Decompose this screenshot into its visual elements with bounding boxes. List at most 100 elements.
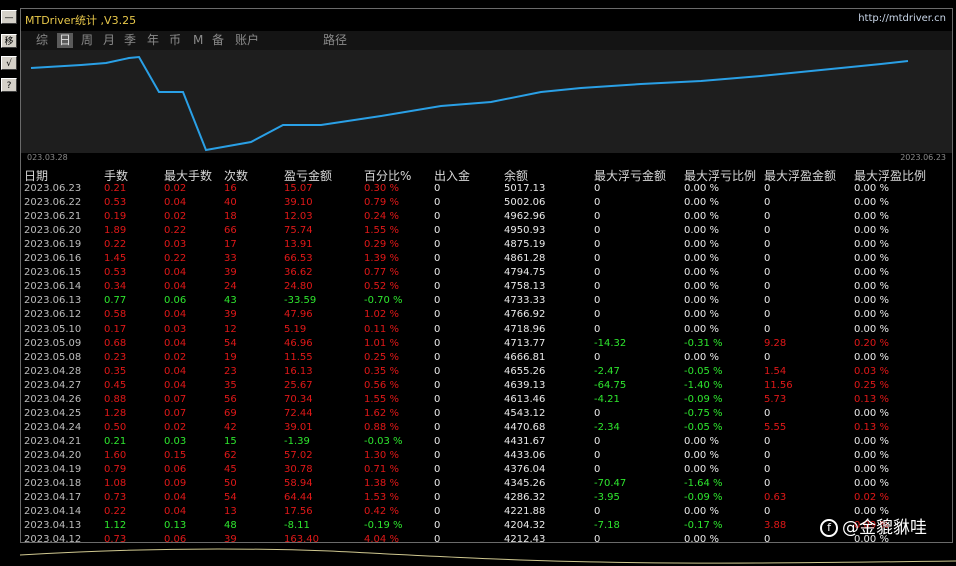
tab-5[interactable]: 年 bbox=[145, 33, 161, 48]
table-row[interactable]: 2023.06.14 0.34 0.04 24 24.80 0.52 % 0 4758.13 0… bbox=[21, 281, 952, 295]
table-cell: -0.09 % bbox=[684, 393, 723, 405]
table-row[interactable]: 2023.05.08 0.23 0.02 19 11.55 0.25 % 0 4666.81 0… bbox=[21, 352, 952, 366]
table-row[interactable]: 2023.04.28 0.35 0.04 23 16.13 0.35 % 0 4655.26 -… bbox=[21, 366, 952, 380]
table-cell: 2023.05.10 bbox=[24, 323, 82, 335]
tab-10[interactable]: 路径 bbox=[321, 33, 349, 48]
table-cell: 0 bbox=[434, 464, 441, 475]
tab-3[interactable]: 月 bbox=[101, 33, 117, 48]
table-cell: 0 bbox=[594, 239, 601, 251]
column-header[interactable]: 百分比% bbox=[364, 167, 411, 183]
table-cell: 0.00 % bbox=[684, 464, 719, 475]
help-button[interactable]: ? bbox=[1, 78, 17, 92]
table-cell: 4875.19 bbox=[504, 239, 546, 251]
table-cell: 0.35 % bbox=[364, 365, 399, 377]
check-button[interactable]: √ bbox=[1, 56, 17, 70]
table-cell: 0.00 % bbox=[854, 323, 889, 335]
table-row[interactable]: 2023.06.23 0.21 0.02 16 15.07 0.30 % 0 5017.13 0… bbox=[21, 183, 952, 197]
table-cell: 70.34 bbox=[284, 393, 313, 405]
minimize-button[interactable]: — bbox=[1, 10, 17, 24]
tab-0[interactable]: 综 bbox=[34, 33, 50, 48]
stats-panel: MTDriver统计 ,V3.25 http://mtdriver.cn 综日周… bbox=[20, 8, 953, 545]
column-header[interactable]: 出入金 bbox=[434, 167, 470, 183]
table-cell: 15.07 bbox=[284, 183, 313, 194]
table-cell: 0 bbox=[594, 267, 601, 279]
tab-4[interactable]: 季 bbox=[122, 33, 138, 48]
table-cell: -1.39 bbox=[284, 435, 310, 447]
column-header[interactable]: 最大浮盈金额 bbox=[764, 167, 836, 183]
table-cell: 18 bbox=[224, 211, 237, 223]
table-row[interactable]: 2023.05.10 0.17 0.03 12 5.19 0.11 % 0 4718.96 0 0… bbox=[21, 324, 952, 338]
column-header[interactable]: 次数 bbox=[224, 167, 248, 183]
table-cell: 4286.32 bbox=[504, 492, 546, 504]
table-cell: 2023.05.09 bbox=[24, 337, 82, 349]
table-row[interactable]: 2023.06.16 1.45 0.22 33 66.53 1.39 % 0 4861.28 0… bbox=[21, 253, 952, 267]
tab-1[interactable]: 日 bbox=[57, 33, 74, 48]
table-cell: 0.00 % bbox=[684, 295, 719, 307]
table-cell: 2023.06.16 bbox=[24, 253, 82, 265]
table-row[interactable]: 2023.04.14 0.22 0.04 13 17.56 0.42 % 0 4221.88 0… bbox=[21, 506, 952, 520]
table-row[interactable]: 2023.04.18 1.08 0.09 50 58.94 1.38 % 0 4345.26 -… bbox=[21, 478, 952, 492]
table-row[interactable]: 2023.04.21 0.21 0.03 15 -1.39 -0.03 % 0 4431.67… bbox=[21, 436, 952, 450]
table-cell: 0.02 % bbox=[854, 492, 889, 504]
column-header[interactable]: 最大浮亏比例 bbox=[684, 167, 756, 183]
table-cell: 56 bbox=[224, 393, 237, 405]
table-row[interactable]: 2023.06.21 0.19 0.02 18 12.03 0.24 % 0 4962.96 0… bbox=[21, 211, 952, 225]
table-row[interactable]: 2023.06.15 0.53 0.04 39 36.62 0.77 % 0 4794.75 0… bbox=[21, 267, 952, 281]
table-cell: 1.02 % bbox=[364, 309, 399, 321]
table-cell: 0.24 % bbox=[364, 211, 399, 223]
table-cell: 4613.46 bbox=[504, 393, 546, 405]
table-cell: 24 bbox=[224, 281, 237, 293]
table-cell: -1.40 % bbox=[684, 379, 723, 391]
table-row[interactable]: 2023.05.09 0.68 0.04 54 46.96 1.01 % 0 4713.77 -… bbox=[21, 338, 952, 352]
column-header[interactable]: 日期 bbox=[24, 167, 48, 183]
table-row[interactable]: 2023.04.24 0.50 0.02 42 39.01 0.88 % 0 4470.68 -… bbox=[21, 422, 952, 436]
table-cell: 0 bbox=[764, 267, 771, 279]
table-cell: 0 bbox=[434, 267, 441, 279]
table-cell: 69 bbox=[224, 407, 237, 419]
table-cell: -4.21 bbox=[594, 393, 620, 405]
table-cell: 2023.06.21 bbox=[24, 211, 82, 223]
tab-6[interactable]: 币 bbox=[167, 33, 183, 48]
table-row[interactable]: 2023.04.19 0.79 0.06 45 30.78 0.71 % 0 4376.04 0… bbox=[21, 464, 952, 478]
table-row[interactable]: 2023.06.19 0.22 0.03 17 13.91 0.29 % 0 4875.19 0… bbox=[21, 239, 952, 253]
table-cell: 43 bbox=[224, 295, 237, 307]
column-header[interactable]: 盈亏金额 bbox=[284, 167, 332, 183]
table-cell: 0.04 bbox=[164, 281, 187, 293]
table-cell: 66.53 bbox=[284, 253, 313, 265]
column-header[interactable]: 最大浮亏金额 bbox=[594, 167, 666, 183]
table-cell: 0.22 bbox=[164, 225, 187, 237]
tab-9[interactable]: 账户 bbox=[233, 33, 261, 48]
table-cell: -64.75 bbox=[594, 379, 627, 391]
table-row[interactable]: 2023.06.12 0.58 0.04 39 47.96 1.02 % 0 4766.92 0… bbox=[21, 309, 952, 323]
table-row[interactable]: 2023.04.17 0.73 0.04 54 64.44 1.53 % 0 4286.32 -… bbox=[21, 492, 952, 506]
table-cell: 0.04 bbox=[164, 197, 187, 209]
table-row[interactable]: 2023.04.13 1.12 0.13 48 -8.11 -0.19 % 0 4204.32… bbox=[21, 520, 952, 534]
tab-8[interactable]: 备 bbox=[210, 33, 226, 48]
table-cell: 16.13 bbox=[284, 365, 313, 377]
column-header[interactable]: 手数 bbox=[104, 167, 128, 183]
table-row[interactable]: 2023.06.13 0.77 0.06 43 -33.59 -0.70 % 0 4733.3… bbox=[21, 295, 952, 309]
table-cell: 0.04 bbox=[164, 267, 187, 279]
table-cell: 0.22 bbox=[104, 239, 127, 251]
column-header[interactable]: 余额 bbox=[504, 167, 528, 183]
table-cell: -3.95 bbox=[594, 492, 620, 504]
table-row[interactable]: 2023.04.27 0.45 0.04 35 25.67 0.56 % 0 4639.13 -… bbox=[21, 380, 952, 394]
tab-2[interactable]: 周 bbox=[79, 33, 95, 48]
table-row[interactable]: 2023.04.20 1.60 0.15 62 57.02 1.30 % 0 4433.06 0… bbox=[21, 450, 952, 464]
table-row[interactable]: 2023.04.25 1.28 0.07 69 72.44 1.62 % 0 4543.12 0… bbox=[21, 408, 952, 422]
table-cell: 2023.04.19 bbox=[24, 464, 82, 475]
table-cell: 0.00 % bbox=[684, 239, 719, 251]
column-header[interactable]: 最大手数 bbox=[164, 167, 212, 183]
table-row[interactable]: 2023.06.22 0.53 0.04 40 39.10 0.79 % 0 5002.06 0… bbox=[21, 197, 952, 211]
table-cell: 1.60 bbox=[104, 449, 127, 461]
move-button[interactable]: 移 bbox=[1, 34, 17, 48]
table-row[interactable]: 2023.04.26 0.88 0.07 56 70.34 1.55 % 0 4613.46 -… bbox=[21, 394, 952, 408]
column-header[interactable]: 最大浮盈比例 bbox=[854, 167, 926, 183]
table-cell: 2023.04.26 bbox=[24, 393, 82, 405]
table-cell: 39.10 bbox=[284, 197, 313, 209]
tab-7[interactable]: M bbox=[191, 33, 205, 48]
site-url[interactable]: http://mtdriver.cn bbox=[858, 13, 946, 24]
table-cell: 4758.13 bbox=[504, 281, 546, 293]
table-cell: 0.00 % bbox=[684, 449, 719, 461]
table-row[interactable]: 2023.06.20 1.89 0.22 66 75.74 1.55 % 0 4950.93 0… bbox=[21, 225, 952, 239]
